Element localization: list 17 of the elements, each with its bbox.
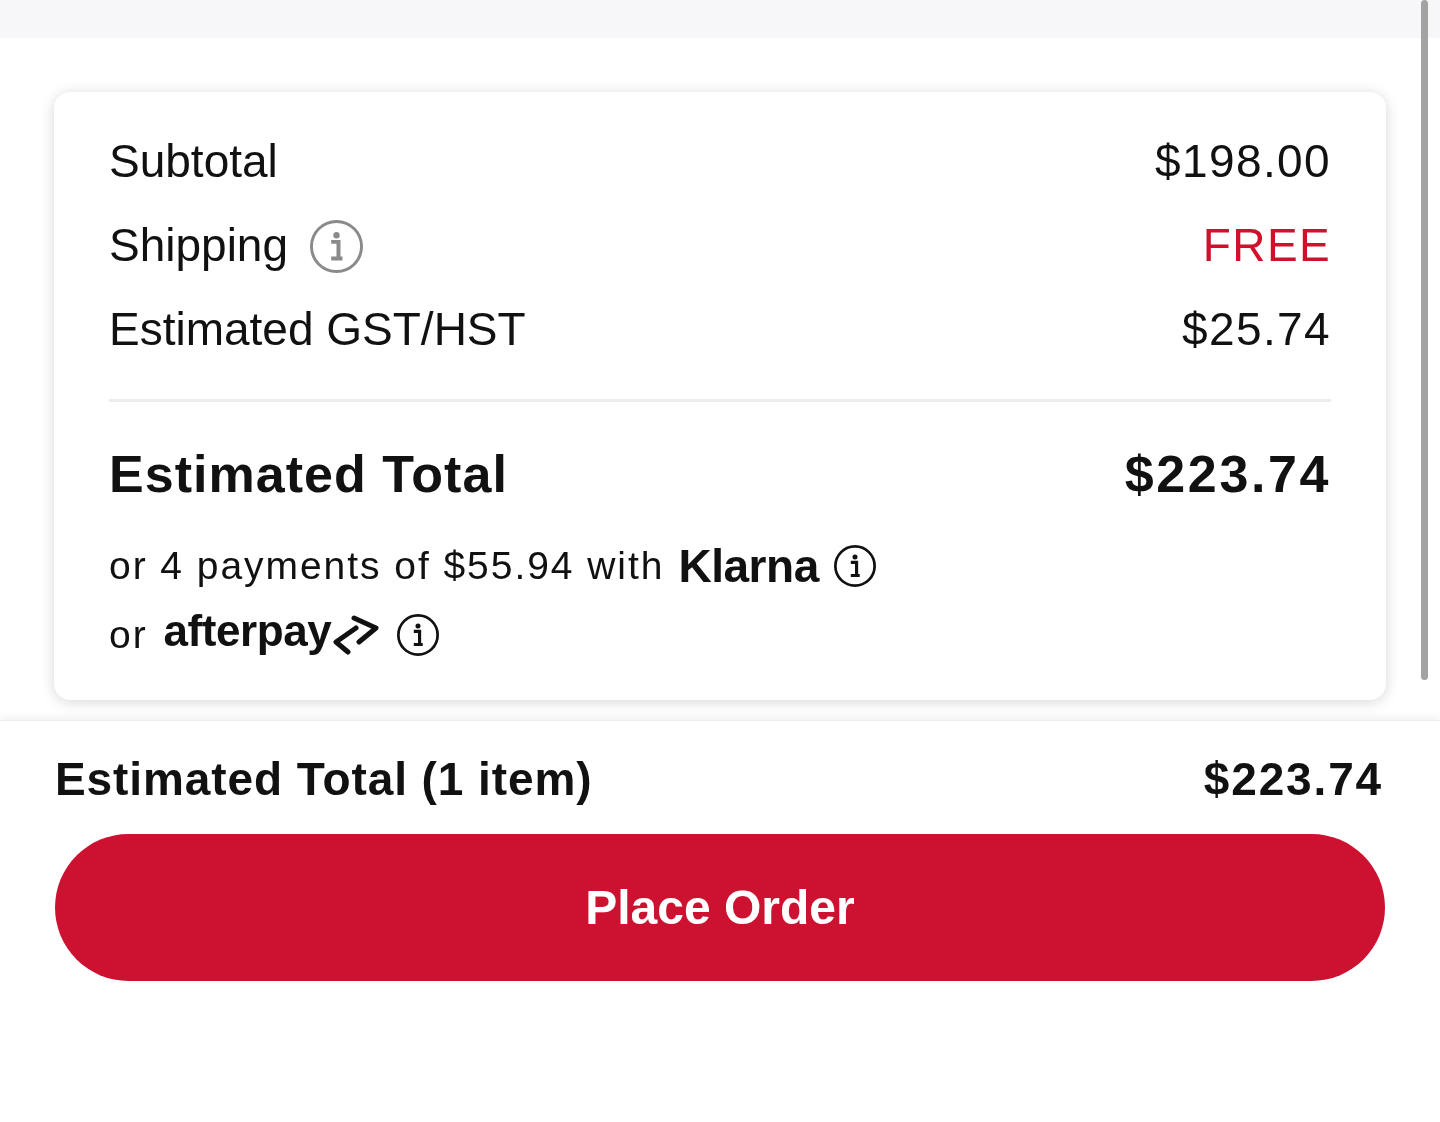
summary-value: FREE — [1202, 222, 1331, 268]
scrollbar-thumb[interactable] — [1421, 0, 1428, 680]
summary-value: $25.74 — [1182, 306, 1331, 352]
summary-value: $198.00 — [1155, 138, 1331, 184]
exchange-arrows-icon — [332, 614, 381, 655]
klarna-logo: Klarna — [678, 542, 819, 589]
footer-total-value: $223.74 — [1203, 756, 1383, 802]
info-icon[interactable] — [397, 613, 440, 656]
summary-label: Subtotal — [109, 138, 278, 184]
afterpay-logo: afterpay — [163, 608, 332, 653]
installment-text: or 4 payments of $55.94 with — [109, 546, 665, 585]
info-icon[interactable] — [833, 544, 876, 587]
installment-text: or — [109, 615, 148, 654]
total-label: Estimated Total — [109, 448, 508, 500]
summary-label: Estimated GST/HST — [109, 306, 526, 352]
place-order-button[interactable]: Place Order — [55, 834, 1385, 981]
total-value: $223.74 — [1124, 448, 1331, 500]
